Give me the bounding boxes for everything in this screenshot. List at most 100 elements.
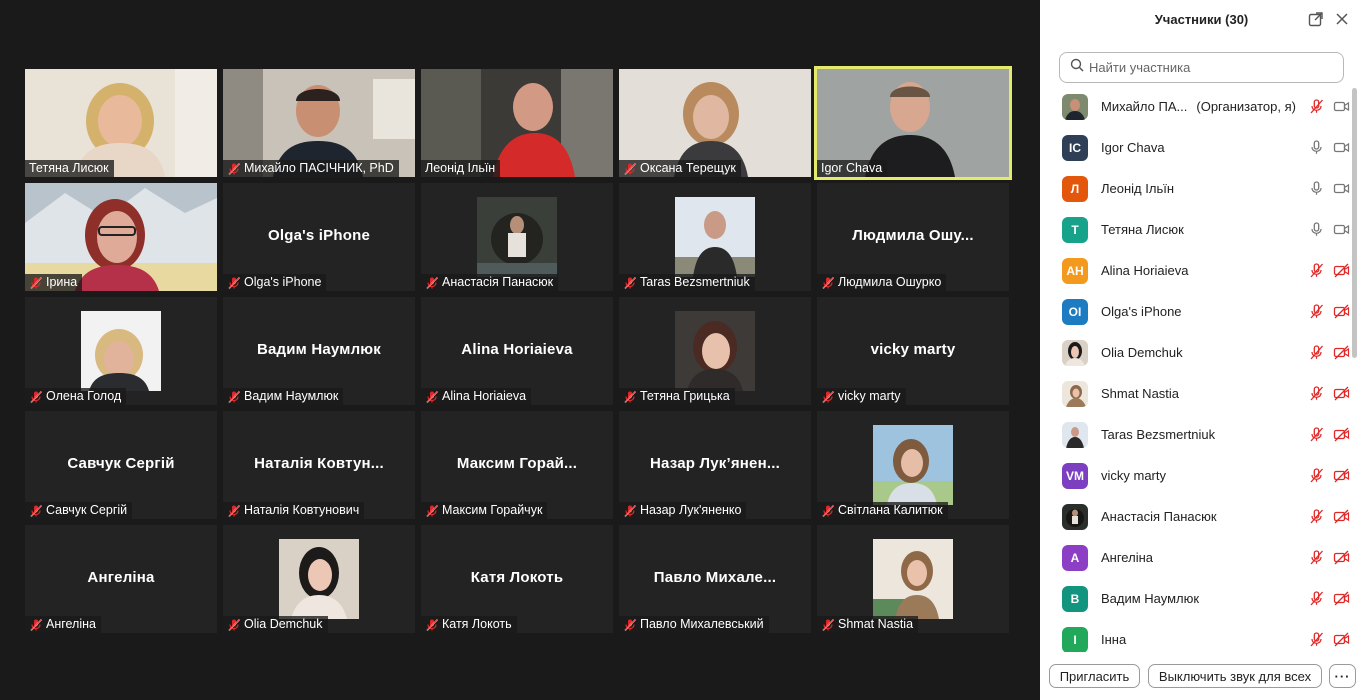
camera-off-icon[interactable]	[1333, 508, 1350, 525]
video-tile[interactable]: Людмила Ошу... Людмила Ошурко	[817, 183, 1009, 291]
video-tile[interactable]: Катя Локоть Катя Локоть	[421, 525, 613, 633]
video-tile[interactable]: Павло Михале... Павло Михалевський	[619, 525, 811, 633]
camera-off-icon[interactable]	[1333, 262, 1350, 279]
close-icon[interactable]	[1334, 11, 1350, 27]
muted-mic-icon	[821, 390, 835, 404]
camera-off-icon[interactable]	[1333, 631, 1350, 648]
video-tile[interactable]: Назар Лук’янен... Назар Лук'яненко	[619, 411, 811, 519]
video-tile[interactable]: Леонід Ільїн	[421, 69, 613, 177]
participant-name-tag: Павло Михалевський	[619, 616, 769, 633]
participant-status-icons	[1308, 139, 1352, 156]
video-tile[interactable]: Світлана Калитюк	[817, 411, 1009, 519]
muted-mic-icon[interactable]	[1308, 549, 1325, 566]
participant-name-tag: Наталія Ковтунович	[223, 502, 365, 519]
participant-row[interactable]: IC Igor Chava	[1040, 127, 1352, 168]
mic-icon[interactable]	[1308, 221, 1325, 238]
camera-off-icon[interactable]	[1333, 590, 1350, 607]
video-tile[interactable]: Shmat Nastia	[817, 525, 1009, 633]
participant-row[interactable]: Taras Bezsmertniuk	[1040, 414, 1352, 455]
participant-name: Катя Локоть	[442, 617, 512, 631]
mic-icon[interactable]	[1308, 180, 1325, 197]
participant-name-tag: Максим Горайчук	[421, 502, 548, 519]
participant-display-name: Наталія Ковтун...	[254, 455, 384, 472]
more-options-button[interactable]: ···	[1329, 664, 1356, 688]
camera-off-icon[interactable]	[1333, 549, 1350, 566]
participant-row[interactable]: А Ангеліна	[1040, 537, 1352, 578]
muted-mic-icon[interactable]	[1308, 385, 1325, 402]
video-tile[interactable]: Наталія Ковтун... Наталія Ковтунович	[223, 411, 415, 519]
video-tile[interactable]: Ірина	[25, 183, 217, 291]
search-input[interactable]	[1089, 60, 1329, 75]
video-tile[interactable]: Михайло ПАСІЧНИК, PhD	[223, 69, 415, 177]
video-tile[interactable]: Олена Голод	[25, 297, 217, 405]
video-tile[interactable]: Ангеліна Ангеліна	[25, 525, 217, 633]
muted-mic-icon[interactable]	[1308, 467, 1325, 484]
participant-row[interactable]: Т Тетяна Лисюк	[1040, 209, 1352, 250]
muted-mic-icon[interactable]	[1308, 631, 1325, 648]
participant-role: (Организатор, я)	[1196, 99, 1296, 114]
muted-mic-icon[interactable]	[1308, 344, 1325, 361]
participant-avatar: AH	[1062, 257, 1088, 284]
camera-icon[interactable]	[1333, 98, 1350, 115]
mic-icon[interactable]	[1308, 139, 1325, 156]
video-tile[interactable]: vicky marty vicky marty	[817, 297, 1009, 405]
participant-row[interactable]: Анастасія Панасюк	[1040, 496, 1352, 537]
participant-row[interactable]: Olia Demchuk	[1040, 332, 1352, 373]
video-tile[interactable]: Тетяна Лисюк	[25, 69, 217, 177]
camera-off-icon[interactable]	[1333, 303, 1350, 320]
camera-off-icon[interactable]	[1333, 385, 1350, 402]
participant-name-tag: Олена Голод	[25, 388, 127, 405]
video-tile[interactable]: Taras Bezsmertniuk	[619, 183, 811, 291]
participant-row[interactable]: В Вадим Наумлюк	[1040, 578, 1352, 619]
video-tile[interactable]: Савчук Сергій Савчук Сергій	[25, 411, 217, 519]
camera-icon[interactable]	[1333, 221, 1350, 238]
camera-off-icon[interactable]	[1333, 344, 1350, 361]
participant-row[interactable]: Л Леонід Ільїн	[1040, 168, 1352, 209]
video-tile[interactable]: Olia Demchuk	[223, 525, 415, 633]
video-tile[interactable]: Максим Горай... Максим Горайчук	[421, 411, 613, 519]
participant-name: Ангеліна	[46, 617, 96, 631]
participant-name-tag: Леонід Ільїн	[421, 160, 501, 177]
participant-search[interactable]	[1059, 52, 1344, 83]
video-tile[interactable]: Olga's iPhone Olga's iPhone	[223, 183, 415, 291]
participant-list-scrollbar[interactable]	[1352, 88, 1357, 358]
camera-off-icon[interactable]	[1333, 467, 1350, 484]
video-tile[interactable]: Alina Horiaieva Alina Horiaieva	[421, 297, 613, 405]
participant-row[interactable]: Shmat Nastia	[1040, 373, 1352, 414]
video-tile[interactable]: Вадим Наумлюк Вадим Наумлюк	[223, 297, 415, 405]
participant-row[interactable]: OI Olga's iPhone	[1040, 291, 1352, 332]
muted-mic-icon[interactable]	[1308, 262, 1325, 279]
participant-name: Леонід Ільїн	[1101, 181, 1175, 196]
muted-mic-icon	[821, 504, 835, 518]
participant-name: Тетяна Лисюк	[1101, 222, 1184, 237]
muted-mic-icon[interactable]	[1308, 508, 1325, 525]
participant-name-tag: Taras Bezsmertniuk	[619, 274, 755, 291]
camera-icon[interactable]	[1333, 180, 1350, 197]
participant-row[interactable]: Михайло ПА... (Организатор, я)	[1040, 86, 1352, 127]
video-tile[interactable]: Анастасія Панасюк	[421, 183, 613, 291]
muted-mic-icon[interactable]	[1308, 426, 1325, 443]
video-tile[interactable]: Тетяна Грицька	[619, 297, 811, 405]
participant-row[interactable]: І Інна	[1040, 619, 1352, 652]
muted-mic-icon[interactable]	[1308, 98, 1325, 115]
video-tile[interactable]: Igor Chava	[814, 66, 1012, 180]
camera-icon[interactable]	[1333, 139, 1350, 156]
video-tile[interactable]: Оксана Терещук	[619, 69, 811, 177]
invite-button[interactable]: Пригласить	[1049, 664, 1140, 688]
participant-avatar: Л	[1062, 175, 1088, 202]
popout-icon[interactable]	[1308, 11, 1324, 27]
muted-mic-icon[interactable]	[1308, 303, 1325, 320]
participant-display-name: Катя Локоть	[470, 569, 564, 586]
participant-name: Olia Demchuk	[244, 617, 323, 631]
participant-row[interactable]: VM vicky marty	[1040, 455, 1352, 496]
muted-mic-icon[interactable]	[1308, 590, 1325, 607]
participant-row[interactable]: AH Alina Horiaieva	[1040, 250, 1352, 291]
mute-all-button[interactable]: Выключить звук для всех	[1148, 664, 1322, 688]
participant-name: Анастасія Панасюк	[1101, 509, 1217, 524]
participant-name: Анастасія Панасюк	[442, 275, 554, 289]
participant-avatar	[1062, 93, 1088, 120]
participant-name: Ірина	[46, 275, 78, 289]
camera-off-icon[interactable]	[1333, 426, 1350, 443]
participant-display-name: Olga's iPhone	[267, 227, 371, 244]
participant-name: Людмила Ошурко	[838, 275, 942, 289]
